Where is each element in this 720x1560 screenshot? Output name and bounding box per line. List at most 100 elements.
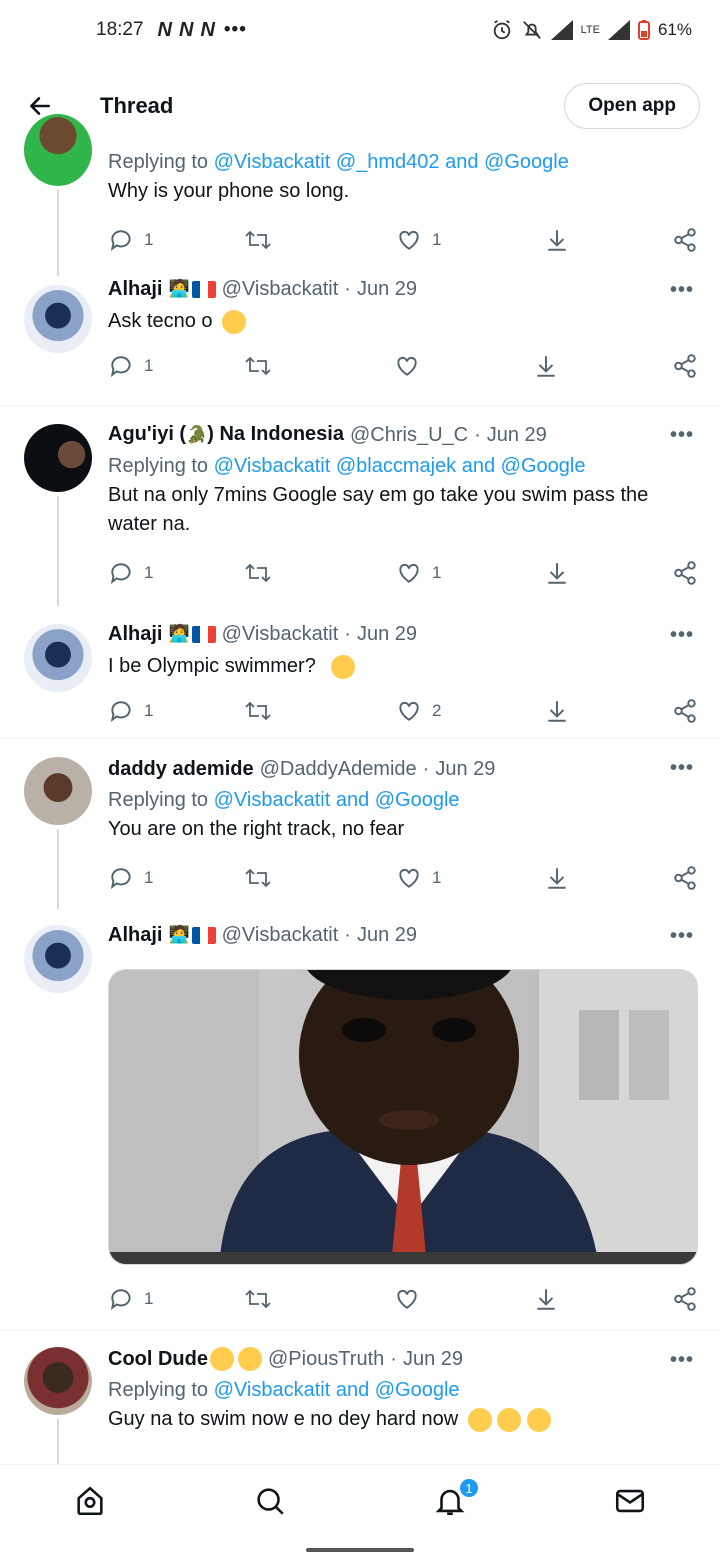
reply-count: 1: [144, 701, 154, 720]
download-button[interactable]: [544, 698, 570, 724]
display-name[interactable]: Alhaji: [108, 620, 162, 648]
tweet[interactable]: Alhaji 🧑‍💻 @Visbackatit · Jun 29 ••• Ask…: [0, 275, 720, 406]
avatar[interactable]: [24, 757, 92, 825]
heart-icon: [399, 563, 419, 583]
download-button[interactable]: [533, 1286, 559, 1312]
avatar[interactable]: [24, 285, 92, 353]
download-icon: [537, 356, 555, 377]
tweet-date[interactable]: Jun 29: [487, 421, 547, 449]
like-button[interactable]: [394, 1286, 420, 1312]
display-name[interactable]: Alhaji: [108, 275, 162, 303]
download-icon: [548, 230, 566, 251]
more-icon[interactable]: •••: [670, 279, 694, 302]
reply-button[interactable]: 1: [108, 698, 153, 724]
tweet-date[interactable]: Jun 29: [357, 921, 417, 949]
tweet[interactable]: Alhaji 🧑‍💻 @Visbackatit · Jun 29 ••• I b…: [0, 606, 720, 739]
status-time: 18:27: [96, 19, 144, 40]
tweet-image[interactable]: [108, 969, 698, 1265]
like-button[interactable]: 1: [396, 227, 441, 253]
display-name[interactable]: Agu'iyi (🐊) Na Indonesia: [108, 420, 344, 449]
tweet[interactable]: Replying to @Visbackatit @_hmd402 and @G…: [0, 114, 720, 276]
tweet-date[interactable]: Jun 29: [357, 620, 417, 648]
user-handle[interactable]: @Visbackatit: [222, 921, 339, 949]
download-icon: [548, 563, 566, 584]
mention-links[interactable]: @Visbackatit and @Google: [214, 1379, 460, 1401]
tweet[interactable]: Agu'iyi (🐊) Na Indonesia @Chris_U_C · Ju…: [0, 406, 720, 606]
replying-to: Replying to @Visbackatit @blaccmajek and…: [108, 455, 586, 477]
display-name[interactable]: daddy ademide: [108, 755, 254, 783]
reply-button[interactable]: 1: [108, 1286, 153, 1312]
retweet-button[interactable]: [244, 698, 272, 724]
reply-button[interactable]: 1: [108, 353, 153, 379]
retweet-button[interactable]: [244, 353, 272, 379]
share-button[interactable]: [672, 353, 698, 379]
nav-search[interactable]: [180, 1465, 360, 1536]
display-name[interactable]: Alhaji: [108, 921, 162, 949]
avatar[interactable]: [24, 624, 92, 692]
mention-links[interactable]: @Visbackatit @_hmd402 and @Google: [214, 151, 569, 173]
share-button[interactable]: [672, 227, 698, 253]
retweet-icon: [245, 356, 271, 376]
tweet-date[interactable]: Jun 29: [403, 1345, 463, 1373]
user-handle[interactable]: @Chris_U_C: [350, 421, 468, 449]
user-handle[interactable]: @DaddyAdemide: [260, 755, 417, 783]
tweet[interactable]: Cool Dude @PiousTruth · Jun 29 ••• Reply…: [0, 1331, 720, 1479]
more-icon[interactable]: •••: [670, 624, 694, 647]
status-bar: 18:27 N N N ••• LTE 61%: [0, 0, 720, 60]
nav-home[interactable]: [0, 1465, 180, 1536]
avatar[interactable]: [24, 1347, 92, 1415]
retweet-icon: [245, 701, 271, 721]
nav-messages[interactable]: [540, 1465, 720, 1536]
like-button[interactable]: [394, 353, 420, 379]
avatar[interactable]: [24, 114, 92, 186]
download-button[interactable]: [544, 227, 570, 253]
display-name[interactable]: Cool Dude: [108, 1345, 208, 1373]
avatar[interactable]: [24, 424, 92, 492]
like-button[interactable]: 2: [396, 698, 441, 724]
retweet-button[interactable]: [244, 1286, 272, 1312]
share-button[interactable]: [672, 865, 698, 891]
tweet[interactable]: Alhaji 🧑‍💻 @Visbackatit · Jun 29 •••: [0, 907, 720, 1331]
mention-links[interactable]: @Visbackatit @blaccmajek and @Google: [214, 455, 586, 477]
share-button[interactable]: [672, 560, 698, 586]
open-app-button[interactable]: Open app: [564, 83, 700, 129]
download-button[interactable]: [533, 353, 559, 379]
user-handle[interactable]: @PiousTruth: [268, 1345, 384, 1373]
reply-button[interactable]: 1: [108, 227, 153, 253]
download-button[interactable]: [544, 865, 570, 891]
retweet-icon: [245, 563, 271, 583]
like-count: 1: [432, 563, 442, 582]
heart-icon: [399, 868, 419, 888]
reply-button[interactable]: 1: [108, 560, 153, 586]
mention-links[interactable]: @Visbackatit and @Google: [214, 789, 460, 811]
more-icon[interactable]: •••: [670, 925, 694, 948]
thread-header: Thread Open app: [0, 70, 720, 142]
more-icon[interactable]: •••: [670, 1349, 694, 1372]
more-icon[interactable]: •••: [670, 424, 694, 447]
user-handle[interactable]: @Visbackatit: [222, 275, 339, 303]
reply-button[interactable]: 1: [108, 865, 153, 891]
page-title: Thread: [100, 93, 174, 118]
retweet-button[interactable]: [244, 227, 272, 253]
share-button[interactable]: [672, 1286, 698, 1312]
tweet-meta: Agu'iyi (🐊) Na Indonesia @Chris_U_C · Ju…: [108, 420, 698, 449]
thread-feed[interactable]: Replying to @Visbackatit @_hmd402 and @G…: [0, 114, 720, 1479]
boy-in-suit-photo: [109, 970, 697, 1264]
download-button[interactable]: [544, 560, 570, 586]
share-button[interactable]: [672, 698, 698, 724]
user-handle[interactable]: @Visbackatit: [222, 620, 339, 648]
heart-icon: [397, 1289, 417, 1309]
tweet[interactable]: daddy ademide @DaddyAdemide · Jun 29 •••…: [0, 739, 720, 909]
retweet-button[interactable]: [244, 865, 272, 891]
retweet-button[interactable]: [244, 560, 272, 586]
nav-notifications[interactable]: 1: [360, 1465, 540, 1536]
avatar[interactable]: [24, 925, 92, 993]
tweet-date[interactable]: Jun 29: [357, 275, 417, 303]
share-icon: [674, 1287, 696, 1311]
status-more-dots: •••: [223, 19, 247, 40]
like-button[interactable]: 1: [396, 560, 441, 586]
like-button[interactable]: 1: [396, 865, 441, 891]
more-icon[interactable]: •••: [670, 757, 694, 780]
home-icon: [77, 1486, 103, 1515]
tweet-date[interactable]: Jun 29: [435, 755, 495, 783]
